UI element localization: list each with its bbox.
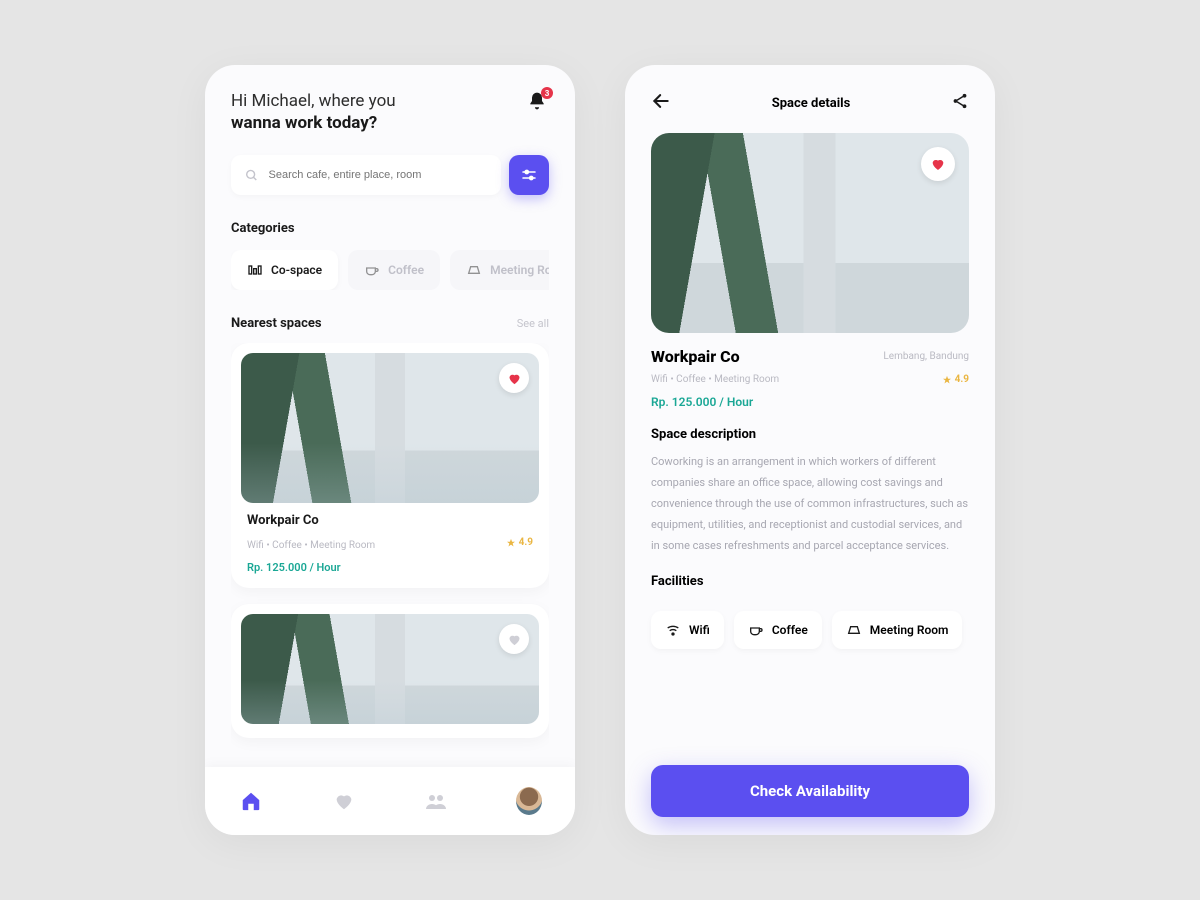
greeting: Hi Michael, where you wanna work today? <box>231 91 396 133</box>
notification-badge: 3 <box>541 87 553 99</box>
wifi-icon <box>665 622 681 638</box>
heart-icon <box>507 632 522 647</box>
coffee-icon <box>364 262 380 278</box>
nav-favorites[interactable] <box>331 788 357 814</box>
space-price: Rp. 125.000 / Hour <box>651 395 969 409</box>
avatar <box>516 787 542 815</box>
description-body: Coworking is an arrangement in which wor… <box>651 452 969 556</box>
nav-profile[interactable] <box>516 788 542 814</box>
facilities-row: Wifi Coffee Meeting Room <box>651 611 969 649</box>
space-card-amenities: Wifi • Coffee • Meeting Room <box>247 540 375 551</box>
space-card-title: Workpair Co <box>247 513 533 528</box>
bottom-nav <box>205 767 575 835</box>
heart-icon <box>507 371 522 386</box>
coffee-icon <box>748 622 764 638</box>
home-screen: Hi Michael, where you wanna work today? … <box>205 65 575 835</box>
share-icon <box>951 92 969 110</box>
arrow-left-icon <box>651 91 671 111</box>
details-screen: Space details Workpair Co Lembang, Bandu… <box>625 65 995 835</box>
nearest-heading: Nearest spaces <box>231 316 322 331</box>
space-card[interactable]: Workpair Co Wifi • Coffee • Meeting Room… <box>231 343 549 588</box>
space-title: Workpair Co <box>651 347 740 366</box>
back-button[interactable] <box>651 91 671 115</box>
facility-wifi[interactable]: Wifi <box>651 611 724 649</box>
cospace-icon <box>247 262 263 278</box>
space-card[interactable] <box>231 604 549 738</box>
space-location: Lembang, Bandung <box>883 351 969 362</box>
description-heading: Space description <box>651 427 969 442</box>
share-button[interactable] <box>951 92 969 114</box>
facilities-heading: Facilities <box>651 574 969 589</box>
space-card-price: Rp. 125.000 / Hour <box>247 561 533 574</box>
search-icon <box>245 168 259 183</box>
category-chip-coffee[interactable]: Coffee <box>348 250 440 290</box>
meeting-icon <box>846 622 862 638</box>
space-card-rating: 4.9 <box>506 537 533 548</box>
favorite-button[interactable] <box>921 147 955 181</box>
category-chips: Co-space Coffee Meeting Room <box>231 250 549 290</box>
notifications-button[interactable]: 3 <box>527 91 549 113</box>
space-hero-image <box>651 133 969 333</box>
search-box[interactable] <box>231 155 501 195</box>
space-cover-image <box>241 353 539 503</box>
see-all-link[interactable]: See all <box>517 317 549 330</box>
category-chip-cospace[interactable]: Co-space <box>231 250 338 290</box>
people-icon <box>424 789 448 813</box>
space-list[interactable]: Workpair Co Wifi • Coffee • Meeting Room… <box>231 343 549 817</box>
greeting-line2: wanna work today? <box>231 113 396 133</box>
heart-icon <box>333 790 355 812</box>
categories-heading: Categories <box>231 221 549 236</box>
facility-meeting[interactable]: Meeting Room <box>832 611 963 649</box>
heart-icon <box>930 156 946 172</box>
meeting-icon <box>466 262 482 278</box>
check-availability-button[interactable]: Check Availability <box>651 765 969 817</box>
star-icon <box>942 375 952 385</box>
star-icon <box>506 538 516 548</box>
page-title: Space details <box>772 96 851 111</box>
home-icon <box>240 790 262 812</box>
filter-button[interactable] <box>509 155 549 195</box>
search-input[interactable] <box>269 169 487 181</box>
space-cover-image <box>241 614 539 724</box>
space-rating: 4.9 <box>942 374 969 385</box>
sliders-icon <box>520 166 538 184</box>
greeting-line1: Hi Michael, where you <box>231 91 396 111</box>
facility-coffee[interactable]: Coffee <box>734 611 822 649</box>
nav-home[interactable] <box>238 788 264 814</box>
category-chip-meeting[interactable]: Meeting Room <box>450 250 549 290</box>
nav-community[interactable] <box>423 788 449 814</box>
space-amenities: Wifi • Coffee • Meeting Room <box>651 374 779 385</box>
favorite-button[interactable] <box>499 624 529 654</box>
favorite-button[interactable] <box>499 363 529 393</box>
